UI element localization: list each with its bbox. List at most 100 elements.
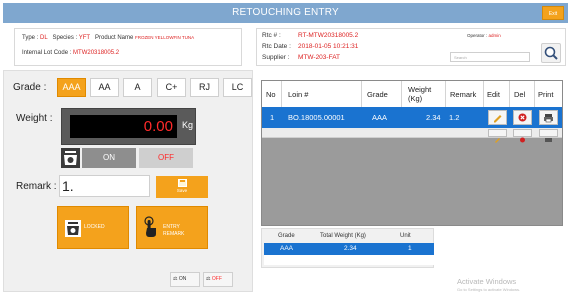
search-button[interactable] [541,43,561,63]
summary-cell-grade: AAA [280,245,294,252]
col-header-edit: Edit [484,81,510,107]
watermark-subtitle: Go to Settings to activate Windows. [457,287,521,292]
watermark-title: Activate Windows [457,277,517,286]
locked-button[interactable]: LOCKED [57,206,129,249]
cell-grade: AAA [372,113,388,122]
product-name-label: Product Name [94,35,134,41]
supplier-row: Supplier : MTW-203-FAT [262,54,340,61]
entry-remark-label: ENTRY REMARK [163,224,185,237]
bottom-scale-on-button[interactable]: ⚖ ON [170,272,200,287]
col-header-weight: Weight (Kg) [402,81,446,107]
delete-icon [520,137,525,143]
locked-label: LOCKED [84,224,105,230]
scale-off-button[interactable]: OFF [139,148,193,168]
edit-button-new[interactable] [488,129,507,143]
touch-icon [144,216,156,237]
table-row[interactable]: 1 BO.18005.00001 AAA 2.34 1.2 [262,107,562,128]
print-button-new[interactable] [539,129,558,142]
entry-remark-button[interactable]: ENTRY REMARK [136,206,208,249]
summary-table: Grade Total Weight (Kg) Unit AAA 2.34 1 [261,228,434,268]
scale-on-button[interactable]: ON [82,148,136,168]
pencil-icon [494,115,502,123]
col-header-remark: Remark [446,81,484,107]
print-button[interactable] [539,110,558,125]
delete-button[interactable] [513,110,532,125]
edit-button[interactable] [488,110,507,125]
lot-code-value: MTW20318005.2 [73,50,120,56]
cell-loin: BO.18005.00001 [288,113,345,122]
grade-option-c-plus[interactable]: C+ [157,78,186,97]
scale-small-icon: ⚖ [173,276,178,282]
print-icon [545,138,552,142]
cell-remark: 1.2 [449,113,460,122]
weight-display-frame: 0.00 Kg [61,108,196,145]
save-label: Save [176,188,188,193]
window-title: RETOUCHING ENTRY [232,7,339,18]
grade-option-aaa[interactable]: AAA [57,78,86,97]
summary-row[interactable]: AAA 2.34 1 [264,243,434,255]
rtc-date-label: Rtc Date : [262,43,291,50]
delete-icon [518,113,527,122]
rtc-info-panel: Rtc # : RT-MTW20318005.2 Rtc Date : 2018-0… [256,28,566,66]
print-icon [544,114,553,123]
scale-lock-icon [65,220,81,237]
rtc-date-row: Rtc Date : 2018-01-05 10:21:31 [262,43,358,50]
product-name-value: FROZEN YELLOWFIN TUNA [135,35,195,40]
summary-cell-unit: 1 [408,245,412,252]
rtc-number-label: Rtc # : [262,32,281,39]
lot-code-label: Internal Lot Code : [22,50,72,56]
grade-option-aa[interactable]: AA [90,78,119,97]
loin-grid: No Loin # Grade Weight (Kg) Remark Edit … [261,80,563,226]
col-header-print: Print [538,89,554,99]
operator-value: admin [488,33,501,38]
grade-option-rj[interactable]: RJ [190,78,219,97]
product-info-panel: Type : DL Species : YFT Product Name FRO… [14,28,242,66]
search-icon [544,46,558,60]
summary-col-grade: Grade [278,233,295,239]
cell-no: 1 [270,113,275,122]
weight-unit: Kg [181,120,193,130]
col-header-no: No [262,81,282,107]
summary-cell-total: 2.34 [344,245,357,252]
delete-button-new[interactable] [513,129,532,143]
title-bar: RETOUCHING ENTRY Exit [3,3,568,23]
supplier-value: MTW-203-FAT [298,54,341,61]
weight-label: Weight : [16,113,53,124]
exit-button[interactable]: Exit [542,6,564,20]
col-header-del: Del [510,81,535,107]
summary-col-unit: Unit [400,233,411,239]
search-input[interactable]: Search [450,52,530,62]
cell-weight: 2.34 [426,113,441,122]
bottom-on-label: ON [178,276,187,282]
grade-option-a[interactable]: A [123,78,152,97]
summary-col-total-weight: Total Weight (Kg) [320,233,366,239]
bottom-off-label: OFF [211,276,222,282]
type-value: DL [40,35,48,41]
species-label: Species : [52,35,78,41]
scale-small-icon-off: ⚖ [206,276,211,282]
grade-label: Grade : [13,82,47,93]
rtc-number-value: RT-MTW20318005.2 [298,32,359,39]
supplier-label: Supplier : [262,54,290,61]
type-label: Type : [22,35,39,41]
grid-header: No Loin # Grade Weight (Kg) Remark Edit … [262,81,562,107]
scale-icon [64,151,77,165]
pencil-icon [495,138,500,143]
rtc-date-value: 2018-01-05 10:21:31 [298,43,359,50]
remark-label: Remark : [16,181,57,192]
col-header-loin: Loin # [282,81,362,107]
weight-value: 0.00 [70,115,177,138]
grade-option-lc[interactable]: LC [223,78,252,97]
save-button[interactable]: Save [156,176,208,198]
rtc-number-row: Rtc # : RT-MTW20318005.2 [262,32,358,39]
table-row-new[interactable] [262,128,562,143]
operator-info: Operator : admin [467,33,501,38]
lot-code-row: Internal Lot Code : MTW20318005.2 [22,50,119,56]
product-info-row: Type : DL Species : YFT Product Name FRO… [22,35,194,41]
activate-windows-watermark: Activate Windows Go to Settings to activ… [457,277,520,292]
species-value: YFT [78,35,90,41]
summary-row-empty [264,255,434,265]
scale-status-indicator [61,148,80,168]
bottom-scale-off-button[interactable]: ⚖ OFF [203,272,233,287]
remark-input[interactable]: 1. [59,175,150,197]
